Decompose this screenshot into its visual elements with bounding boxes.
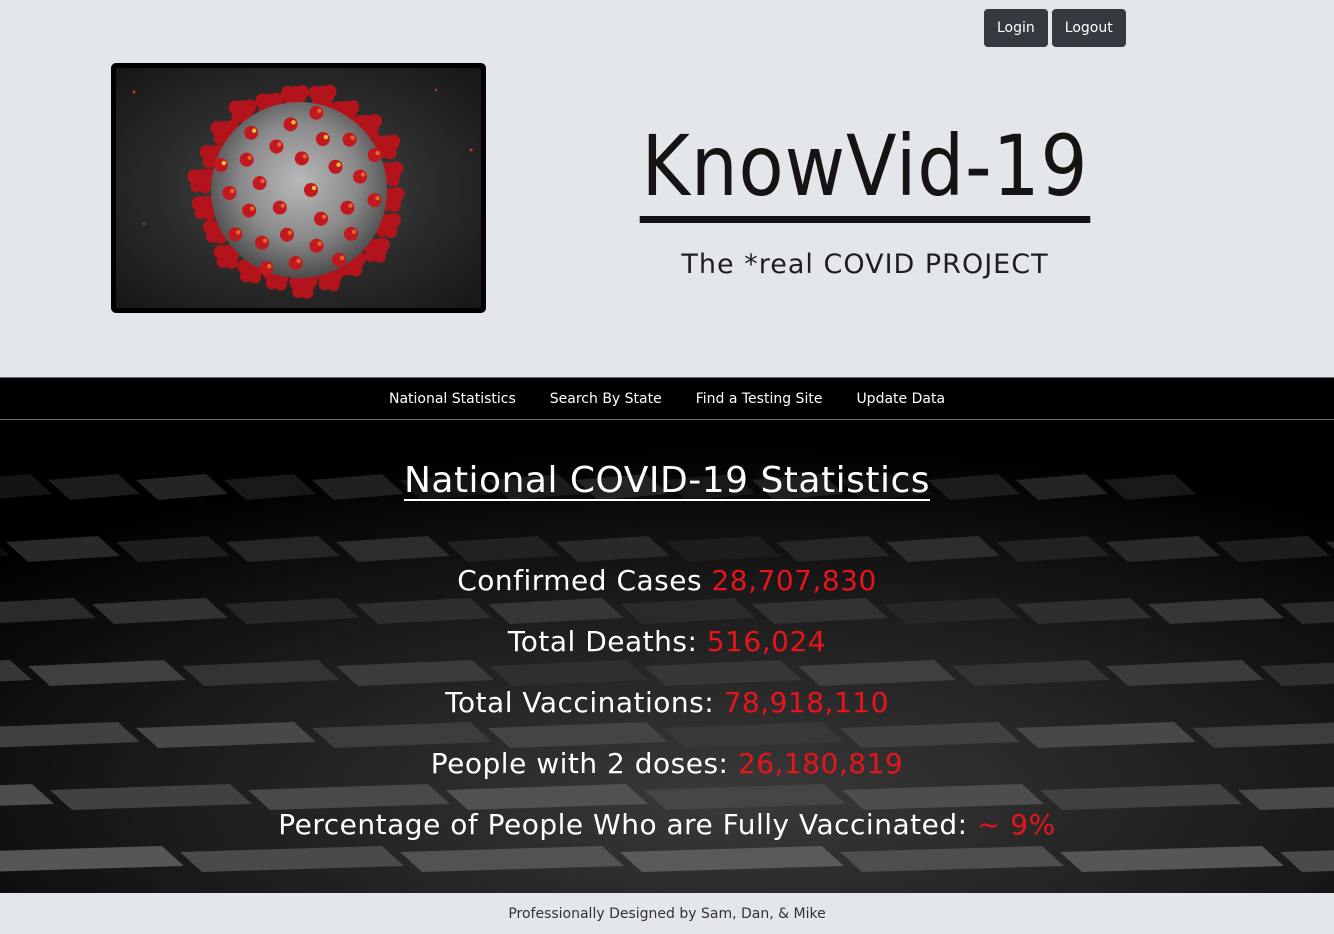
surface-spike (242, 203, 257, 218)
surface-spike (304, 183, 318, 197)
stat-label: Percentage of People Who are Fully Vacci… (278, 808, 968, 841)
stat-row-fully-vaccinated: Percentage of People Who are Fully Vacci… (0, 794, 1334, 855)
surface-spike (228, 227, 243, 242)
nav-item-update-data[interactable]: Update Data (856, 391, 945, 407)
login-button[interactable]: Login (984, 9, 1048, 47)
surface-spike (309, 105, 324, 120)
stats-title: National COVID-19 Statistics (403, 460, 931, 501)
stat-row-confirmed-cases: Confirmed Cases 28,707,830 (0, 550, 1334, 611)
stat-label: Confirmed Cases (457, 564, 703, 597)
surface-spike (252, 176, 267, 191)
surface-spike (244, 125, 259, 140)
stat-row-total-vaccinations: Total Vaccinations: 78,918,110 (0, 672, 1334, 733)
stat-label: Total Deaths: (507, 625, 698, 658)
surface-spike (269, 139, 284, 154)
auth-buttons: Login Logout (984, 9, 1126, 47)
brand-subtitle: The *real COVID PROJECT (681, 249, 1049, 280)
stat-row-total-deaths: Total Deaths: 516,024 (0, 611, 1334, 672)
footer-credit: Professionally Designed by Sam, Dan, & M… (508, 905, 826, 922)
logout-button[interactable]: Logout (1051, 9, 1126, 47)
page: Login Logout KnowVid-19 The *real COVID … (0, 0, 1334, 934)
surface-spike (288, 255, 303, 270)
surface-spike (314, 211, 329, 226)
coronavirus-image (116, 68, 481, 308)
surface-spike (315, 132, 330, 147)
surface-spike (328, 159, 343, 174)
brand: KnowVid-19 The *real COVID PROJECT (560, 118, 1170, 280)
stat-value: 78,918,110 (723, 686, 889, 719)
surface-spike (367, 193, 382, 208)
nav-item-national-statistics[interactable]: National Statistics (389, 391, 516, 407)
surface-spike (213, 158, 228, 173)
main-navbar: National Statistics Search By State Find… (0, 377, 1334, 420)
surface-spike (259, 261, 274, 276)
surface-spike (340, 200, 355, 215)
stat-value: 26,180,819 (737, 747, 904, 780)
footer: Professionally Designed by Sam, Dan, & M… (0, 893, 1334, 934)
surface-spike (222, 185, 237, 200)
hero-image-frame (111, 63, 486, 313)
surface-spike (239, 152, 254, 167)
stats-section: National COVID-19 Statistics Confirmed C… (0, 420, 1334, 893)
stats-content: National COVID-19 Statistics Confirmed C… (0, 420, 1334, 855)
surface-spike (272, 200, 287, 215)
surface-spike (254, 235, 269, 250)
stat-label: Total Vaccinations: (445, 686, 715, 719)
surface-spike (353, 169, 368, 184)
surface-spike (309, 238, 324, 253)
stat-value: ~ 9% (976, 808, 1056, 841)
nav-item-find-testing-site[interactable]: Find a Testing Site (696, 391, 823, 407)
stat-value: 516,024 (706, 625, 827, 658)
stat-value: 28,707,830 (711, 564, 877, 597)
coronavirus-illustration-icon (132, 84, 473, 299)
brand-title[interactable]: KnowVid-19 (639, 118, 1091, 223)
surface-spike (283, 117, 298, 132)
stat-row-two-doses: People with 2 doses: 26,180,819 (0, 733, 1334, 794)
surface-spike (367, 148, 382, 163)
surface-spike (332, 252, 347, 267)
stat-list: Confirmed Cases 28,707,830 Total Deaths:… (0, 550, 1334, 855)
surface-spike (342, 132, 357, 147)
stat-label: People with 2 doses: (430, 747, 729, 780)
nav-item-search-by-state[interactable]: Search By State (550, 391, 662, 407)
surface-spike (279, 227, 294, 242)
surface-spike (343, 226, 358, 241)
surface-spike (294, 151, 309, 166)
